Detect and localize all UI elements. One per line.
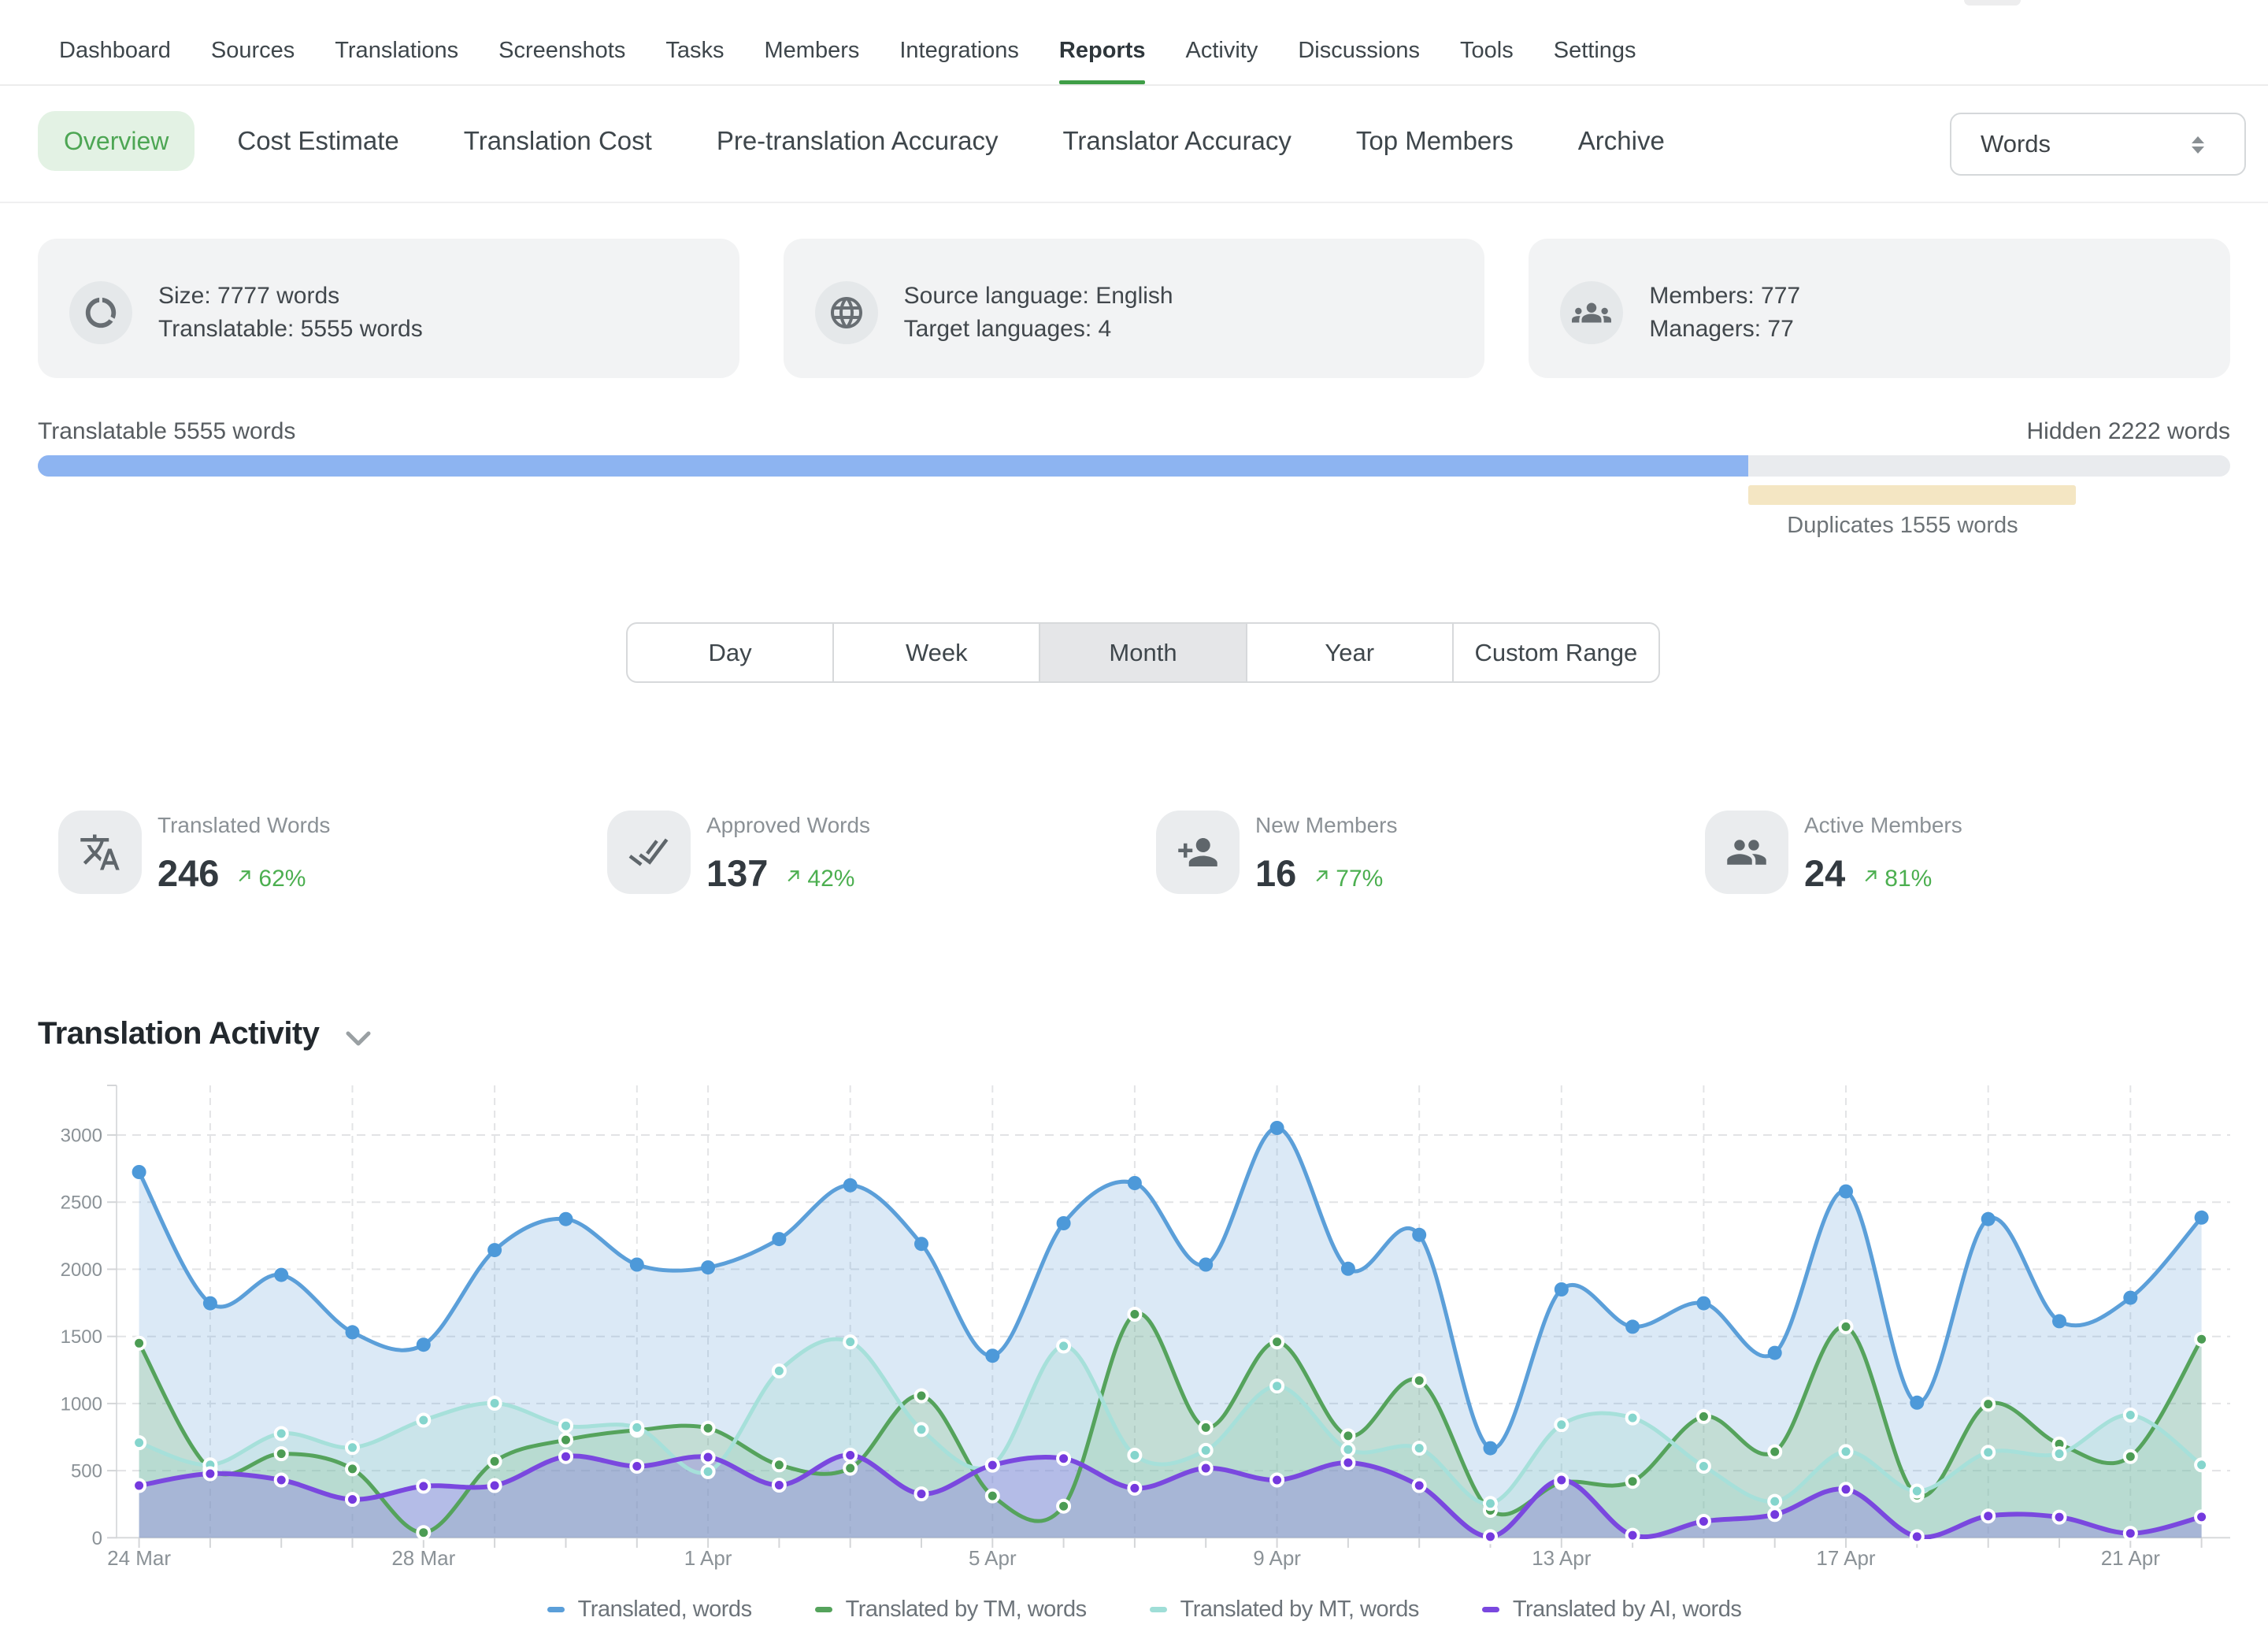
svg-text:24 Mar: 24 Mar <box>107 1546 171 1570</box>
svg-text:1000: 1000 <box>61 1393 102 1415</box>
svg-text:2000: 2000 <box>61 1259 102 1281</box>
svg-text:1 Apr: 1 Apr <box>684 1546 732 1570</box>
svg-text:13 Apr: 13 Apr <box>1532 1546 1592 1570</box>
svg-text:5 Apr: 5 Apr <box>969 1546 1017 1570</box>
svg-text:3000: 3000 <box>61 1126 102 1147</box>
svg-text:28 Mar: 28 Mar <box>391 1546 455 1570</box>
svg-text:2500: 2500 <box>61 1193 102 1214</box>
svg-text:1500: 1500 <box>61 1326 102 1348</box>
svg-text:17 Apr: 17 Apr <box>1816 1546 1876 1570</box>
svg-text:21 Apr: 21 Apr <box>2101 1546 2161 1570</box>
svg-text:9 Apr: 9 Apr <box>1253 1546 1301 1570</box>
svg-text:500: 500 <box>71 1461 102 1482</box>
svg-text:0: 0 <box>92 1528 102 1549</box>
